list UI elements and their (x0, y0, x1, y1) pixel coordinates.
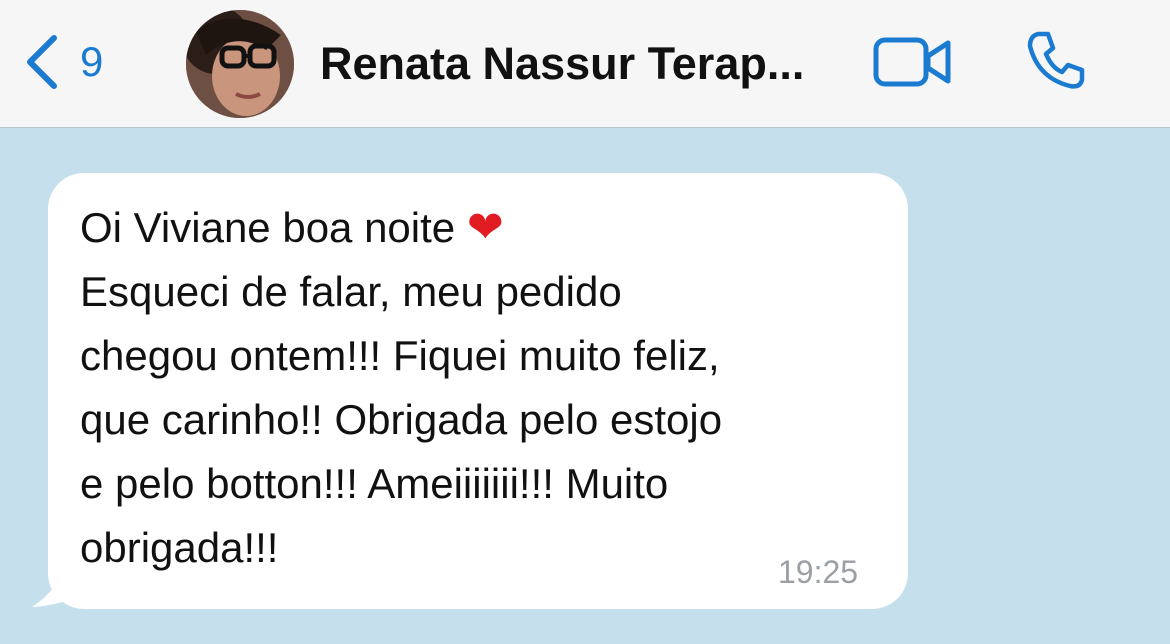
video-camera-icon (873, 37, 951, 87)
back-button[interactable]: 9 (22, 30, 132, 94)
heart-emoji: ❤ (466, 202, 504, 253)
contact-name[interactable]: Renata Nassur Terap... (320, 38, 845, 90)
message-body: Esqueci de falar, meu pedido chegou onte… (80, 268, 723, 571)
chat-header: 9 Renata Nassur Terap... (0, 0, 1170, 128)
message-greeting: Oi Viviane boa noite (80, 204, 456, 251)
avatar-photo (186, 10, 294, 118)
video-call-button[interactable] (872, 34, 954, 90)
avatar[interactable] (186, 10, 294, 118)
voice-call-button[interactable] (1024, 28, 1088, 92)
unread-count: 9 (80, 38, 104, 85)
phone-icon (1027, 31, 1085, 89)
message-timestamp: 19:25 (778, 554, 859, 590)
message-text: Oi Viviane boa noite ❤ Esqueci de falar,… (80, 196, 880, 580)
chevron-left-icon (27, 35, 57, 89)
